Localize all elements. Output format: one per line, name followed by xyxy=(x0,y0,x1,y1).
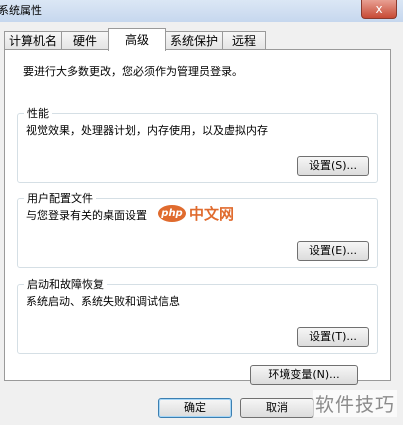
cancel-button[interactable]: 取消 xyxy=(240,398,314,418)
corner-watermark: 软件技巧 xyxy=(312,390,397,417)
environment-variables-button[interactable]: 环境变量(N)... xyxy=(250,365,358,385)
startup-recovery-settings-button[interactable]: 设置(T)... xyxy=(297,327,369,347)
performance-settings-button[interactable]: 设置(S)... xyxy=(297,156,369,176)
user-profiles-description: 与您登录有关的桌面设置 xyxy=(26,209,147,222)
user-profiles-settings-button[interactable]: 设置(E)... xyxy=(297,241,369,261)
php-watermark: php 中文网 xyxy=(158,203,234,224)
tab-computer-name[interactable]: 计算机名 xyxy=(4,31,62,50)
tab-system-protection[interactable]: 系统保护 xyxy=(165,31,223,50)
user-profiles-title: 用户配置文件 xyxy=(24,190,96,206)
window-title: 系统属性 xyxy=(0,4,42,17)
performance-description: 视觉效果，处理器计划，内存使用，以及虚拟内存 xyxy=(26,124,268,137)
admin-notice: 要进行大多数更改，您必须作为管理员登录。 xyxy=(23,65,243,78)
tab-advanced[interactable]: 高级 xyxy=(108,28,166,51)
php-logo-icon: php xyxy=(158,205,186,222)
performance-title: 性能 xyxy=(24,105,52,121)
tab-remote[interactable]: 远程 xyxy=(222,31,266,50)
startup-recovery-description: 系统启动、系统失败和调试信息 xyxy=(26,295,180,308)
startup-recovery-group: 启动和故障恢复 系统启动、系统失败和调试信息 设置(T)... xyxy=(17,276,378,354)
close-icon[interactable]: x xyxy=(361,0,397,19)
startup-recovery-title: 启动和故障恢复 xyxy=(24,276,107,292)
php-watermark-text: 中文网 xyxy=(189,205,235,223)
performance-group: 性能 视觉效果，处理器计划，内存使用，以及虚拟内存 设置(S)... xyxy=(17,105,378,183)
ok-button[interactable]: 确定 xyxy=(158,398,232,418)
title-bar: 系统属性 x xyxy=(0,0,403,23)
tab-hardware[interactable]: 硬件 xyxy=(61,31,109,50)
